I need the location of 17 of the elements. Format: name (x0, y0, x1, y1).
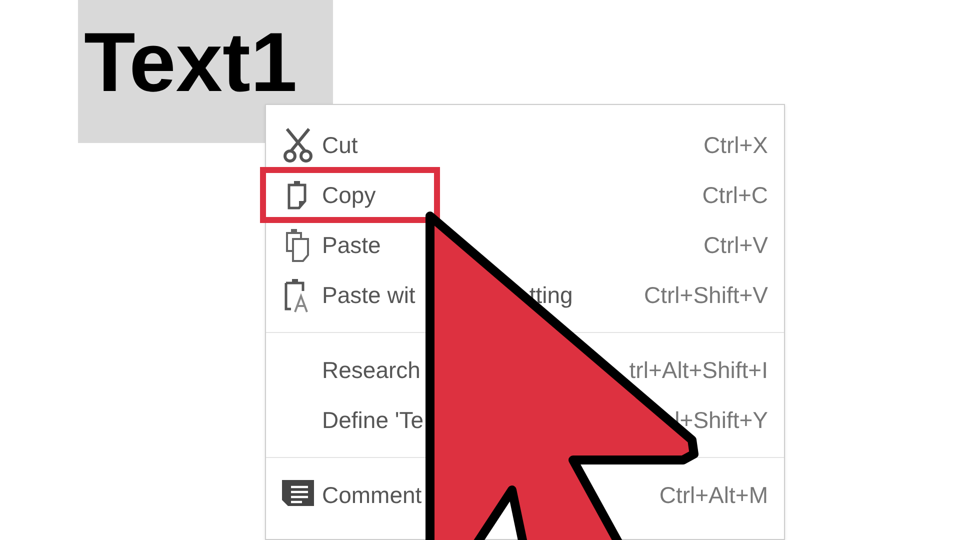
menu-item-label: Comment (322, 482, 422, 508)
shortcut-text: Ctrl+Alt+M (659, 482, 768, 508)
menu-item-label: Define 'Te (322, 406, 424, 434)
shortcut-text: Ctrl+C (702, 182, 768, 208)
shortcut-text: Ctrl+Shift+V (644, 282, 768, 308)
shortcut-text: Ctrl+X (703, 132, 768, 158)
scissors-icon (283, 127, 313, 163)
shortcut-text: l+Shift+Y (674, 406, 768, 434)
menu-item-label: Paste wit (322, 282, 416, 308)
document-text: Text1 (84, 14, 298, 111)
shortcut-text: Ctrl+V (703, 232, 768, 258)
menu-item-label: Paste (322, 232, 381, 258)
menu-item-label: Copy (322, 182, 376, 208)
menu-item-label: Cut (322, 132, 358, 158)
menu-item-label: Research (322, 356, 420, 384)
shortcut-text: trl+Alt+Shift+I (629, 356, 768, 384)
clipboards-icon (284, 227, 312, 263)
